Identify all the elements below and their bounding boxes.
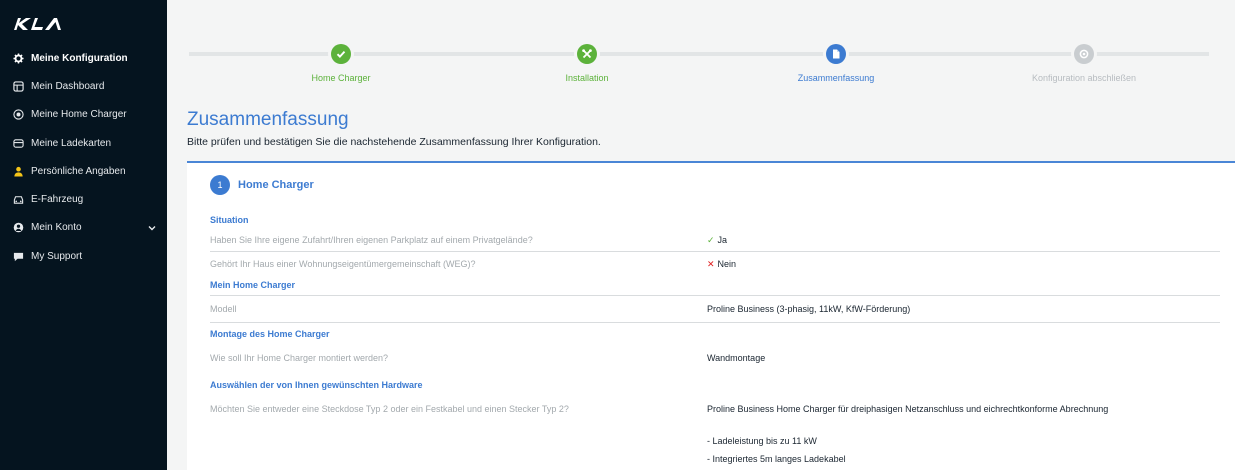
card-icon xyxy=(12,137,24,149)
sidebar-item-meine-ladekarten[interactable]: Meine Ladekarten xyxy=(0,129,167,157)
flag-icon xyxy=(1074,44,1094,64)
group-heading-montage: Montage des Home Charger xyxy=(210,329,330,339)
charger-icon xyxy=(12,109,24,121)
sidebar-item-label: Meine Home Charger xyxy=(31,109,127,121)
section-title: Home Charger xyxy=(238,179,314,191)
section-header: 1 Home Charger xyxy=(210,175,314,195)
answer-modell: Proline Business (3-phasig, 11kW, KfW-Fö… xyxy=(707,304,911,314)
sidebar-item-e-fahrzeug[interactable]: E-Fahrzeug xyxy=(0,185,167,213)
check-icon: ✓ xyxy=(707,235,715,245)
answer-hardware-bullet: - Ladeleistung bis zu 11 kW xyxy=(707,436,817,446)
sidebar-item-my-support[interactable]: My Support xyxy=(0,242,167,270)
sidebar-item-meine-konfiguration[interactable]: Meine Konfiguration xyxy=(0,44,167,72)
page-subtitle: Bitte prüfen und bestätigen Sie die nach… xyxy=(187,136,601,148)
summary-card: 1 Home Charger Situation Haben Sie Ihre … xyxy=(187,163,1235,470)
section-number-badge: 1 xyxy=(210,175,230,195)
close-icon: ✕ xyxy=(707,259,715,269)
step-label: Home Charger xyxy=(311,73,371,83)
answer-parking: ✓ Ja xyxy=(707,235,727,246)
answer-text: Nein xyxy=(717,259,737,269)
chat-icon xyxy=(12,250,24,262)
step-home-charger[interactable]: Home Charger xyxy=(261,42,421,83)
row-divider xyxy=(210,295,1220,296)
sidebar-item-label: Mein Dashboard xyxy=(31,80,105,92)
answer-hardware: Proline Business Home Charger für dreiph… xyxy=(707,404,1109,414)
person-icon xyxy=(12,165,24,177)
sidebar-item-mein-dashboard[interactable]: Mein Dashboard xyxy=(0,72,167,100)
group-heading-mein-home-charger: Mein Home Charger xyxy=(210,280,296,290)
step-label: Konfiguration abschließen xyxy=(1031,73,1137,83)
car-icon xyxy=(12,194,24,206)
check-icon xyxy=(331,44,351,64)
step-installation[interactable]: Installation xyxy=(507,42,667,83)
question-parking: Haben Sie Ihre eigene Zufahrt/Ihren eige… xyxy=(210,235,533,245)
step-zusammenfassung[interactable]: Zusammenfassung xyxy=(756,42,916,83)
question-hardware: Möchten Sie entweder eine Steckdose Typ … xyxy=(210,404,569,414)
answer-montage: Wandmontage xyxy=(707,353,766,363)
step-label: Zusammenfassung xyxy=(797,73,875,83)
sidebar-nav: Meine Konfiguration Mein Dashboard Meine… xyxy=(0,44,167,270)
chevron-down-icon[interactable] xyxy=(147,223,157,233)
sidebar-item-persoenliche-angaben[interactable]: Persönliche Angaben xyxy=(0,157,167,185)
sidebar-item-mein-konto[interactable]: Mein Konto xyxy=(0,214,167,242)
step-konfiguration-abschliessen: Konfiguration abschließen xyxy=(1004,42,1164,83)
answer-text: Ja xyxy=(717,235,728,245)
row-divider xyxy=(210,251,1220,252)
row-divider xyxy=(210,322,1220,323)
sidebar-item-label: Mein Konto xyxy=(31,222,82,234)
sidebar-item-label: Persönliche Angaben xyxy=(31,165,126,177)
gear-icon xyxy=(12,52,24,64)
sidebar-item-label: My Support xyxy=(31,250,83,262)
sidebar-item-label: Meine Konfiguration xyxy=(31,52,128,64)
document-icon xyxy=(826,44,846,64)
account-icon xyxy=(12,222,24,234)
sidebar-item-meine-home-charger[interactable]: Meine Home Charger xyxy=(0,101,167,129)
question-weg: Gehört Ihr Haus einer Wohnungseigentümer… xyxy=(210,259,476,269)
answer-weg: ✕ Nein xyxy=(707,259,736,270)
group-heading-hardware: Auswählen der von Ihnen gewünschten Hard… xyxy=(210,380,423,390)
answer-hardware-bullet: - Integriertes 5m langes Ladekabel xyxy=(707,454,846,464)
question-montage: Wie soll Ihr Home Charger montiert werde… xyxy=(210,353,389,363)
main-content: Home Charger Installation Zusammenfassun… xyxy=(167,0,1235,470)
dashboard-icon xyxy=(12,80,24,92)
sidebar-item-label: E-Fahrzeug xyxy=(31,194,84,206)
sidebar: Meine Konfiguration Mein Dashboard Meine… xyxy=(0,0,167,470)
step-label: Installation xyxy=(565,73,609,83)
kia-logo[interactable] xyxy=(12,14,72,34)
group-heading-situation: Situation xyxy=(210,215,249,225)
tools-icon xyxy=(577,44,597,64)
question-modell: Modell xyxy=(210,304,237,314)
sidebar-item-label: Meine Ladekarten xyxy=(31,137,112,149)
progress-stepper: Home Charger Installation Zusammenfassun… xyxy=(189,42,1209,88)
page-title: Zusammenfassung xyxy=(187,109,349,130)
